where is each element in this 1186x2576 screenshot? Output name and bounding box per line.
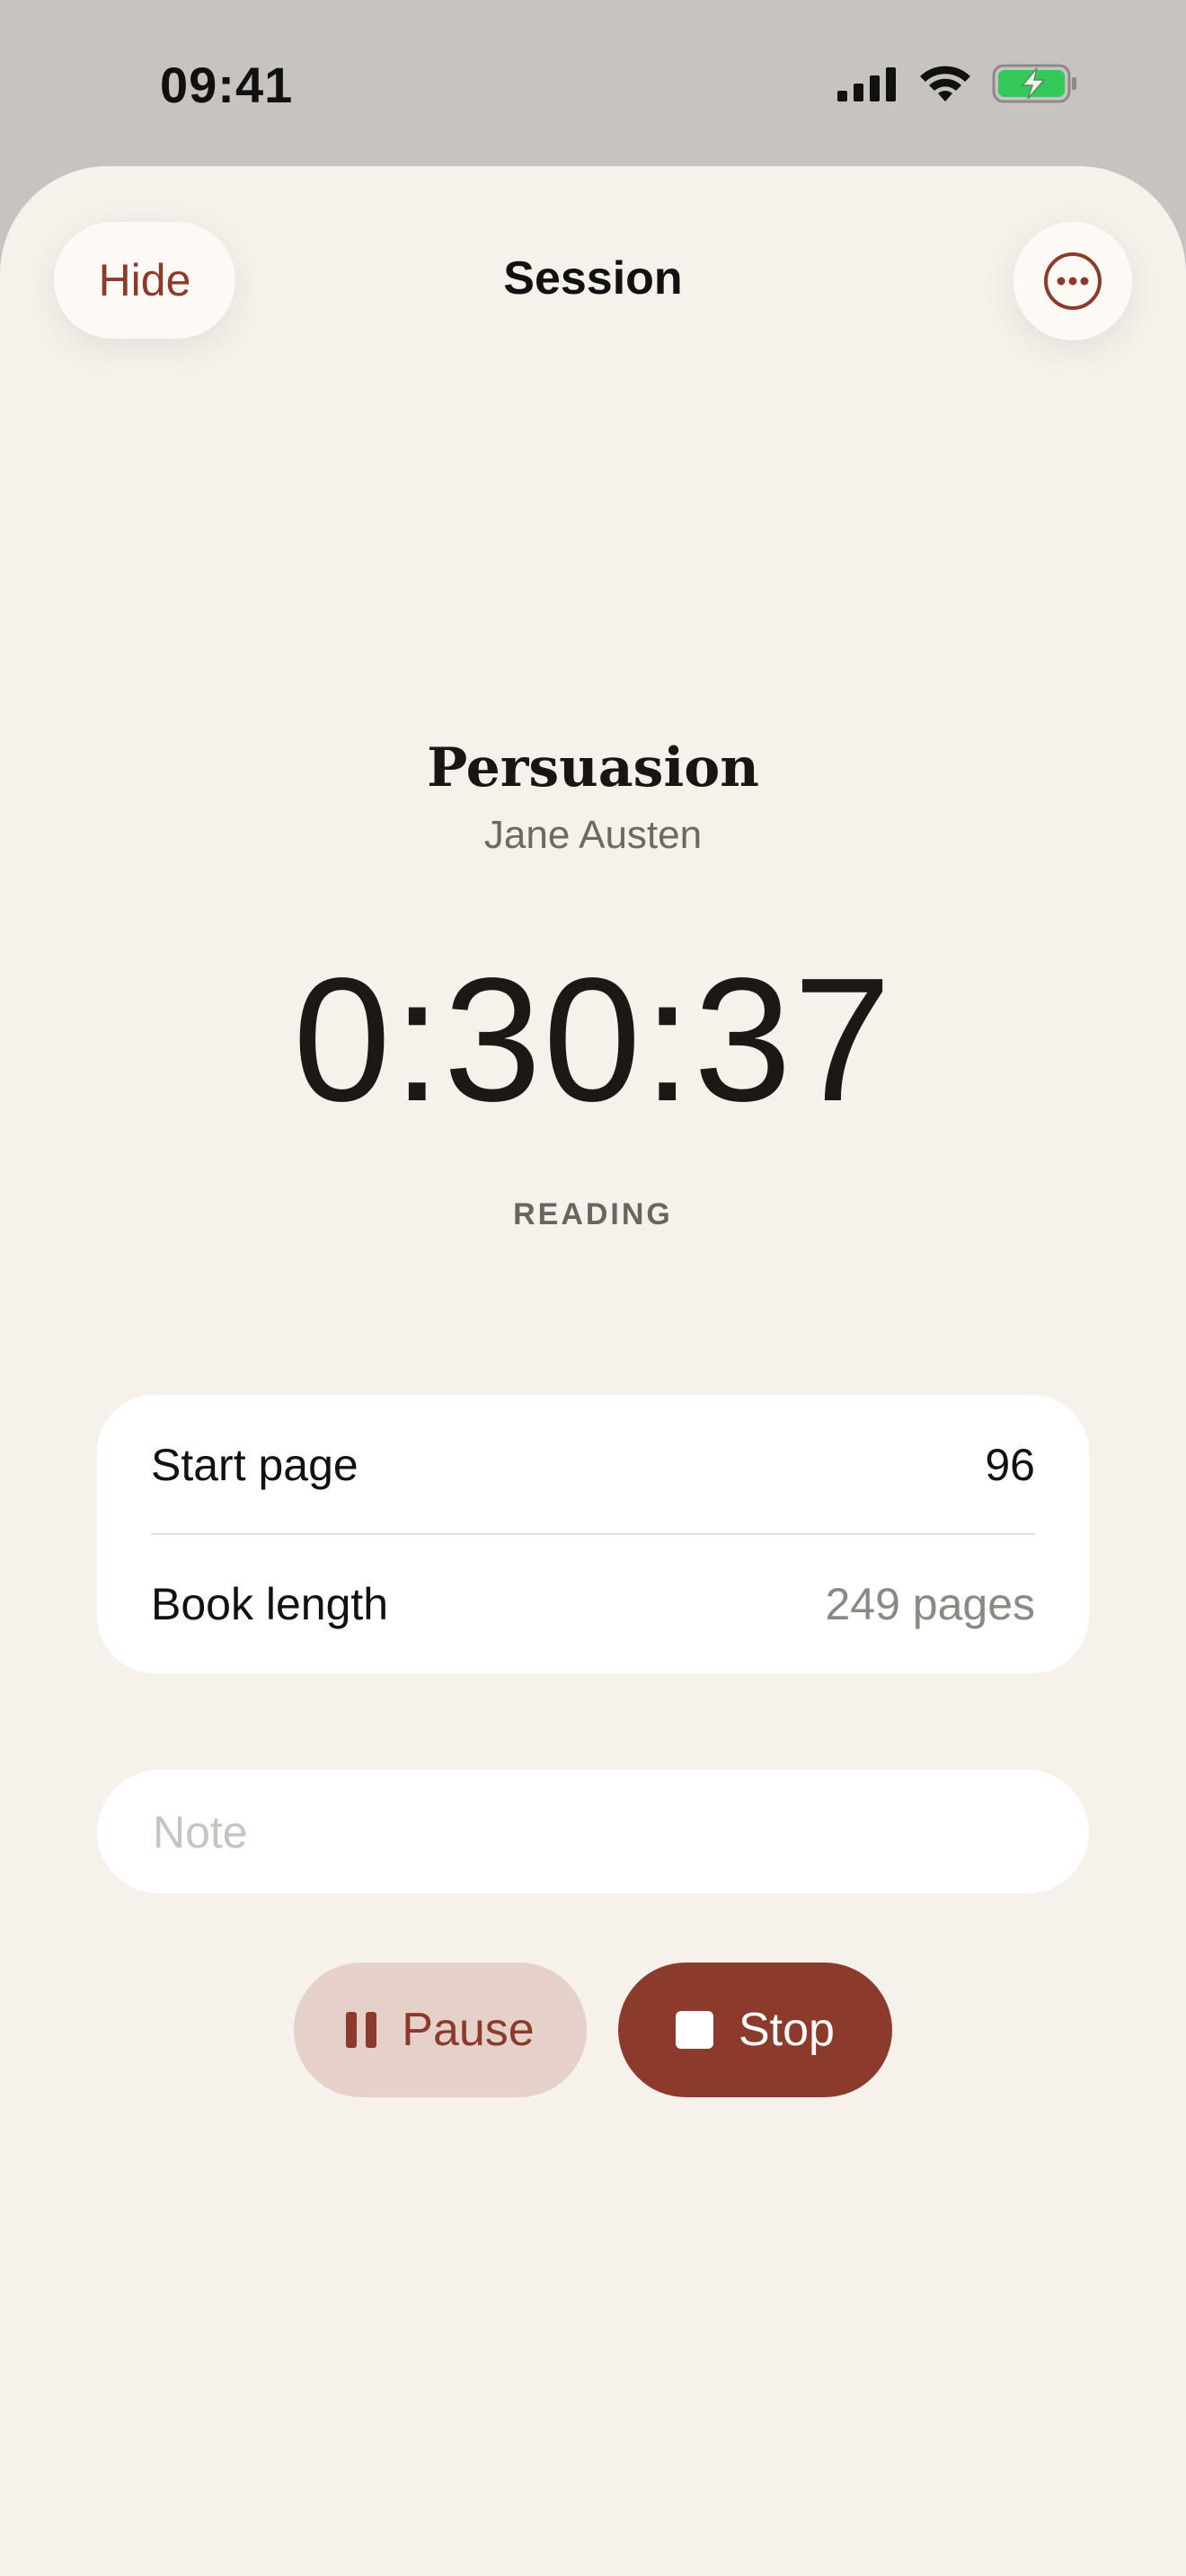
start-page-label: Start page	[151, 1439, 358, 1490]
pause-button[interactable]: Pause	[294, 1963, 587, 2097]
book-length-row[interactable]: Book length 249 pages	[151, 1534, 1035, 1673]
stop-label: Stop	[739, 2004, 835, 2056]
stop-button[interactable]: Stop	[618, 1963, 892, 2097]
book-length-value: 249 pages	[825, 1578, 1035, 1629]
status-icons	[837, 63, 1078, 104]
status-bar: 09:41	[0, 0, 1186, 166]
cellular-signal-icon	[837, 67, 896, 101]
ellipsis-circle-icon	[1044, 252, 1102, 310]
start-page-value: 96	[985, 1439, 1035, 1490]
status-time: 09:41	[160, 57, 294, 113]
wifi-icon	[920, 66, 970, 101]
book-author: Jane Austen	[483, 813, 703, 857]
nav-title: Session	[503, 252, 683, 304]
book-title: Persuasion	[427, 737, 759, 799]
book-length-label: Book length	[151, 1578, 389, 1629]
session-sheet: Hide Session Persuasion Jane Austen 0:30…	[0, 166, 1186, 2576]
session-details-card: Start page 96 Book length 249 pages	[97, 1395, 1089, 1673]
note-input[interactable]	[151, 1769, 1035, 1893]
session-state-label: READING	[513, 1197, 673, 1231]
session-timer: 0:30:37	[293, 941, 893, 1138]
note-card	[97, 1769, 1089, 1893]
pause-icon	[346, 2012, 377, 2048]
more-options-button[interactable]	[1013, 222, 1132, 340]
battery-charging-icon	[992, 64, 1076, 103]
pause-label: Pause	[402, 2004, 535, 2056]
start-page-row[interactable]: Start page 96	[151, 1395, 1035, 1534]
stop-icon	[676, 2011, 713, 2049]
